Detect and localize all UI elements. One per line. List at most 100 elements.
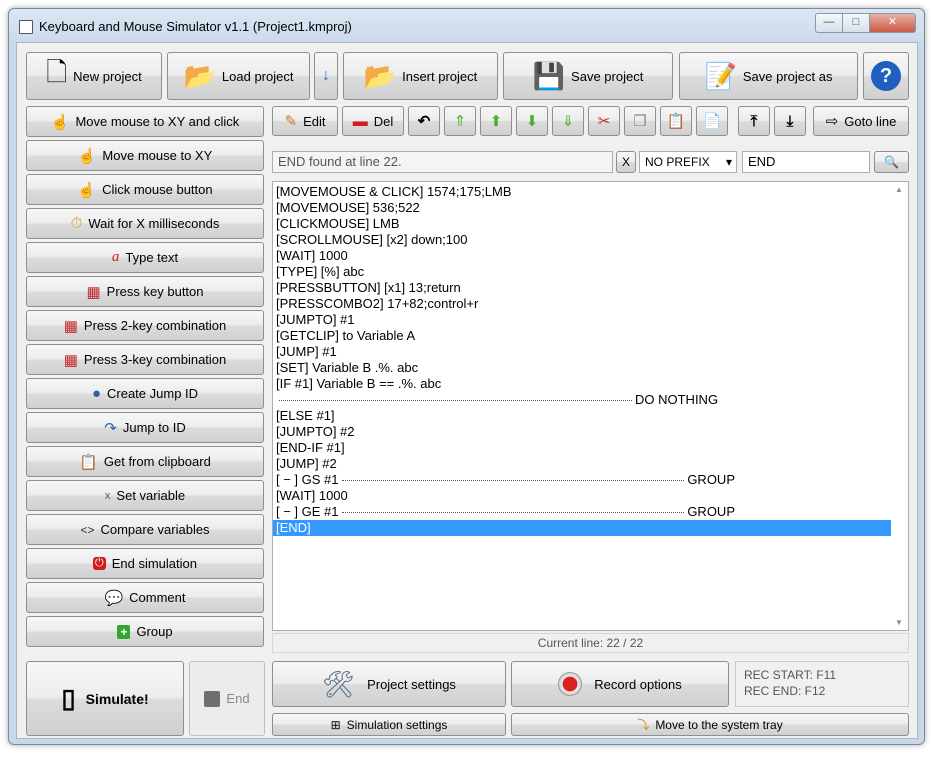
move-down-button[interactable]: ⬇ [516, 106, 548, 136]
copy-button[interactable]: ❐ [624, 106, 656, 136]
sidebar-item-move-mouse-to-xy[interactable]: ☝ Move mouse to XY [26, 140, 264, 171]
sidebar-item-compare-variables[interactable]: <> Compare variables [26, 514, 264, 545]
script-line-text: [WAIT] 1000 [276, 488, 348, 503]
sidebar-item-group[interactable]: + Group [26, 616, 264, 647]
settings-panel-icon: ⊞ [330, 717, 341, 732]
script-line[interactable]: [WAIT] 1000 [273, 248, 891, 264]
script-line-text: [JUMP] #2 [276, 456, 337, 471]
sidebar-item-label: Group [136, 624, 173, 639]
move-to-top-green-button[interactable]: ⇑ [444, 106, 476, 136]
sidebar-item-comment[interactable]: 💬 Comment [26, 582, 264, 613]
save-project-as-button[interactable]: 📝 Save project as [679, 52, 858, 100]
sidebar-item-label: Get from clipboard [103, 454, 211, 469]
script-line[interactable]: [SET] Variable B .%. abc [273, 360, 891, 376]
script-line[interactable]: [PRESSBUTTON] [x1] 13;return [273, 280, 891, 296]
minimize-button[interactable]: — [815, 13, 843, 33]
sidebar-item-click-mouse-button[interactable]: ☝ Click mouse button [26, 174, 264, 205]
dotted-leader [341, 480, 685, 482]
prefix-select[interactable]: NO PREFIX ▾ [639, 151, 737, 173]
goto-line-button[interactable]: ⇨ Goto line [813, 106, 909, 136]
script-line[interactable]: [MOVEMOUSE & CLICK] 1574;175;LMB [273, 184, 891, 200]
sidebar-item-end-simulation[interactable]: ⏻ End simulation [26, 548, 264, 579]
key-icon: ▦ [86, 283, 101, 301]
help-button[interactable]: ? [863, 52, 909, 100]
cut-button[interactable]: ✂ [588, 106, 620, 136]
load-project-button[interactable]: 📂 Load project [167, 52, 310, 100]
script-line[interactable]: DO NOTHING [273, 392, 891, 408]
record-hotkeys-panel: REC START: F11 REC END: F12 [735, 661, 909, 707]
title-bar[interactable]: Keyboard and Mouse Simulator v1.1 (Proje… [9, 9, 924, 41]
script-line[interactable]: [JUMPTO] #1 [273, 312, 891, 328]
undo-button[interactable]: ↶ [408, 106, 440, 136]
scroll-to-bottom-button[interactable]: ⤓ [774, 106, 806, 136]
edit-button[interactable]: ✎ Edit [272, 106, 338, 136]
script-line[interactable]: [WAIT] 1000 [273, 488, 891, 504]
group-plus-icon: + [117, 624, 131, 639]
delete-button[interactable]: ▬ Del [342, 106, 404, 136]
variable-icon: x [104, 489, 111, 502]
script-list[interactable]: [MOVEMOUSE & CLICK] 1574;175;LMB [MOVEMOU… [272, 181, 909, 631]
new-project-button[interactable]: 🗋 New project [26, 52, 162, 100]
simulation-settings-button[interactable]: ⊞ Simulation settings [272, 713, 506, 736]
script-line[interactable]: [ − ] GS #1 GROUP [273, 472, 891, 488]
sidebar-item-press-3-key-combination[interactable]: ▦ Press 3-key combination [26, 344, 264, 375]
script-line-text: [IF #1] Variable B == .%. abc [276, 376, 442, 391]
load-recent-dropdown-button[interactable]: ↓ [314, 52, 338, 100]
scroll-up-icon[interactable]: ▲ [895, 185, 903, 194]
script-line[interactable]: [GETCLIP] to Variable A [273, 328, 891, 344]
two-keys-icon: ▦ [63, 317, 78, 335]
sidebar-item-wait-for-x-milliseconds[interactable]: ⏱ Wait for X milliseconds [26, 208, 264, 239]
script-line[interactable]: [MOVEMOUSE] 536;522 [273, 200, 891, 216]
save-project-button[interactable]: 💾 Save project [503, 52, 673, 100]
close-button[interactable]: ✕ [869, 13, 916, 33]
sidebar-item-label: Press key button [106, 284, 204, 299]
sidebar-item-label: End simulation [111, 556, 197, 571]
script-line[interactable]: [END] [273, 520, 891, 536]
move-up-button[interactable]: ⬆ [480, 106, 512, 136]
search-input[interactable]: END [742, 151, 870, 173]
jump-id-dot-icon: ● [91, 385, 101, 402]
script-line[interactable]: [END-IF #1] [273, 440, 891, 456]
script-line-text: [SCROLLMOUSE] [x2] down;100 [276, 232, 468, 247]
sidebar-item-jump-to-id[interactable]: ↷ Jump to ID [26, 412, 264, 443]
script-line[interactable]: [CLICKMOUSE] LMB [273, 216, 891, 232]
sidebar-item-get-from-clipboard[interactable]: 📋 Get from clipboard [26, 446, 264, 477]
sidebar-item-label: Create Jump ID [107, 386, 199, 401]
move-to-tray-button[interactable]: ⤵ Move to the system tray [511, 713, 909, 736]
paste-below-icon: 📄 [702, 113, 722, 130]
sidebar-item-set-variable[interactable]: x Set variable [26, 480, 264, 511]
script-line[interactable]: [IF #1] Variable B == .%. abc [273, 376, 891, 392]
script-line[interactable]: [JUMPTO] #2 [273, 424, 891, 440]
sidebar-item-create-jump-id[interactable]: ● Create Jump ID [26, 378, 264, 409]
script-line-text: [MOVEMOUSE & CLICK] 1574;175;LMB [276, 184, 512, 199]
script-line[interactable]: [TYPE] [%] abc [273, 264, 891, 280]
system-tray-icon: ⤵ [637, 718, 650, 732]
vertical-scrollbar[interactable]: ▲ ▼ [892, 182, 908, 630]
maximize-button[interactable]: □ [842, 13, 870, 33]
sidebar-item-move-mouse-to-xy-and-click[interactable]: ☝ Move mouse to XY and click [26, 106, 264, 137]
insert-project-button[interactable]: 📂 Insert project [343, 52, 498, 100]
simulate-button[interactable]: ▯ Simulate! [26, 661, 184, 736]
script-line[interactable]: [SCROLLMOUSE] [x2] down;100 [273, 232, 891, 248]
clear-search-button[interactable]: X [616, 151, 636, 173]
end-simulation-button[interactable]: End [189, 661, 265, 736]
paste-button[interactable]: 📋 [660, 106, 692, 136]
sidebar-item-type-text[interactable]: a Type text [26, 242, 264, 273]
paste-below-button[interactable]: 📄 [696, 106, 728, 136]
script-line[interactable]: [JUMP] #2 [273, 456, 891, 472]
script-line[interactable]: [JUMP] #1 [273, 344, 891, 360]
scroll-down-icon[interactable]: ▼ [895, 618, 903, 627]
script-line[interactable]: [ELSE #1] [273, 408, 891, 424]
search-status-field: END found at line 22. [272, 151, 613, 173]
search-button[interactable]: 🔍 [874, 151, 909, 173]
script-line[interactable]: [PRESSCOMBO2] 17+82;control+r [273, 296, 891, 312]
sidebar-item-label: Press 3-key combination [83, 352, 227, 367]
project-settings-button[interactable]: 🛠 Project settings [272, 661, 506, 707]
move-to-bottom-green-button[interactable]: ⇓ [552, 106, 584, 136]
sidebar-item-press-2-key-combination[interactable]: ▦ Press 2-key combination [26, 310, 264, 341]
script-line[interactable]: [ − ] GE #1 GROUP [273, 504, 891, 520]
record-options-button[interactable]: Record options [511, 661, 729, 707]
sidebar-item-press-key-button[interactable]: ▦ Press key button [26, 276, 264, 307]
scroll-to-top-button[interactable]: ⤒ [738, 106, 770, 136]
script-line-text: [JUMP] #1 [276, 344, 337, 359]
